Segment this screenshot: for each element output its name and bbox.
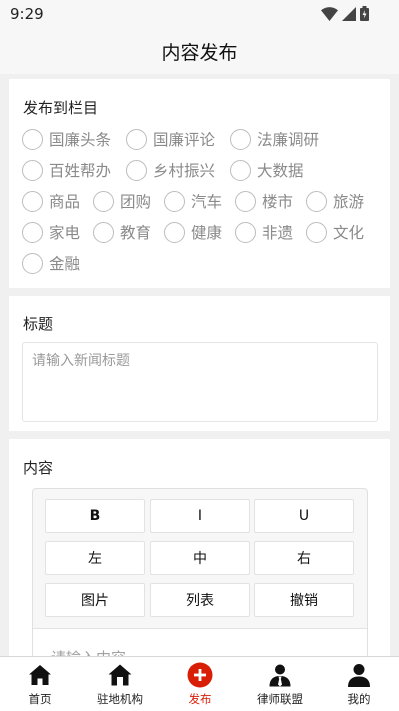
radio-option-xiangcun-zhenxing[interactable]: 乡村振兴 [126,159,215,181]
list-button[interactable]: 列表 [150,583,250,617]
radio-option-feiyi[interactable]: 非遗 [235,221,293,243]
tab-label: 发布 [188,692,212,706]
align-left-button[interactable]: 左 [45,541,145,575]
content-section-label: 内容 [23,459,54,477]
status-bar: 9:29 [0,0,399,28]
insert-image-button[interactable]: 图片 [45,583,145,617]
undo-button[interactable]: 撤销 [254,583,354,617]
battery-icon [360,6,369,21]
radio-option-lvyou[interactable]: 旅游 [306,190,364,212]
radio-circle[interactable] [126,128,147,150]
radio-option-shangpin[interactable]: 商品 [22,190,80,212]
radio-circle[interactable] [306,221,327,243]
tab-stations[interactable]: 驻地机构 [80,657,160,711]
radio-label: 家电 [49,224,81,242]
title-bar: 内容发布 [0,28,399,74]
radio-option-loushi[interactable]: 楼市 [235,190,293,212]
bold-button[interactable]: B [45,499,145,533]
radio-option-jinrong[interactable]: 金融 [22,252,80,274]
radio-circle[interactable] [22,128,43,150]
radio-label: 法廉调研 [257,131,320,149]
home-icon [29,665,51,685]
radio-label: 文化 [333,224,365,242]
radio-label: 汽车 [191,193,223,211]
radio-circle[interactable] [235,221,256,243]
radio-circle[interactable] [93,190,114,212]
tab-label: 我的 [347,692,371,706]
radio-label: 教育 [120,224,152,242]
radio-label: 大数据 [257,162,304,180]
align-right-button[interactable]: 右 [254,541,354,575]
radio-circle[interactable] [93,221,114,243]
tab-publish[interactable]: 发布 [160,657,240,711]
radio-circle[interactable] [230,159,251,181]
page-title: 内容发布 [161,42,238,64]
radio-label: 团购 [120,193,152,211]
radio-option-baixing-bangban[interactable]: 百姓帮办 [22,159,111,181]
radio-option-qiche[interactable]: 汽车 [164,190,222,212]
radio-label: 旅游 [333,193,365,211]
underline-button[interactable]: U [254,499,354,533]
tab-label: 首页 [28,692,52,706]
tab-lawyer-alliance[interactable]: 律师联盟 [240,657,320,711]
align-center-button[interactable]: 中 [150,541,250,575]
tab-home[interactable]: 首页 [0,657,80,711]
status-icons [321,6,369,21]
radio-circle[interactable] [22,221,43,243]
rich-text-editor: B I U 左 中 右 图片 列表 撤销 请输入内容 [32,488,368,656]
lawyer-icon [269,664,291,687]
content-editor-body[interactable]: 请输入内容 [33,628,367,656]
radio-label: 金融 [49,255,81,273]
radio-circle[interactable] [235,190,256,212]
radio-label: 国廉评论 [153,131,216,149]
radio-option-jiadian[interactable]: 家电 [22,221,80,243]
radio-label: 楼市 [262,193,294,211]
column-section: 发布到栏目 国廉头条 国廉评论 法廉调研 百姓帮办 乡村振兴 大数据 商品 团购… [9,79,390,288]
tab-mine[interactable]: 我的 [319,657,399,711]
status-time: 9:29 [10,5,44,23]
radio-circle[interactable] [230,128,251,150]
building-icon [108,664,132,686]
tab-label: 律师联盟 [257,692,303,706]
radio-circle[interactable] [22,190,43,212]
radio-option-guolian-pinglun[interactable]: 国廉评论 [126,128,215,150]
title-section-label: 标题 [23,315,54,333]
content-section: 内容 B I U 左 中 右 图片 列表 撤销 请输入内容 [9,439,390,656]
italic-button[interactable]: I [150,499,250,533]
radio-label: 乡村振兴 [153,162,216,180]
radio-option-dashuju[interactable]: 大数据 [230,159,304,181]
radio-option-guolian-toutiao[interactable]: 国廉头条 [22,128,111,150]
content-scroll-area[interactable]: 发布到栏目 国廉头条 国廉评论 法廉调研 百姓帮办 乡村振兴 大数据 商品 团购… [0,74,399,656]
radio-label: 商品 [49,193,81,211]
signal-icon [342,6,356,21]
radio-label: 国廉头条 [49,131,112,149]
radio-circle[interactable] [164,221,185,243]
publish-plus-icon [187,662,213,688]
radio-circle[interactable] [22,252,43,274]
radio-option-jiankang[interactable]: 健康 [164,221,222,243]
radio-circle[interactable] [126,159,147,181]
radio-circle[interactable] [164,190,185,212]
radio-option-wenhua[interactable]: 文化 [306,221,364,243]
column-section-label: 发布到栏目 [23,99,99,117]
content-placeholder: 请输入内容 [51,647,126,656]
tab-label: 驻地机构 [97,692,143,706]
wifi-icon [321,6,338,21]
radio-circle[interactable] [22,159,43,181]
radio-circle[interactable] [306,190,327,212]
radio-label: 健康 [191,224,223,242]
bottom-tab-bar: 首页 驻地机构 发布 律师联盟 我的 [0,656,399,711]
title-section: 标题 [9,296,390,431]
user-icon [348,664,370,687]
news-title-input[interactable] [22,342,378,422]
radio-option-jiaoyu[interactable]: 教育 [93,221,151,243]
radio-option-falian-diaoyan[interactable]: 法廉调研 [230,128,319,150]
radio-option-tuangou[interactable]: 团购 [93,190,151,212]
radio-label: 百姓帮办 [49,162,112,180]
radio-label: 非遗 [262,224,294,242]
